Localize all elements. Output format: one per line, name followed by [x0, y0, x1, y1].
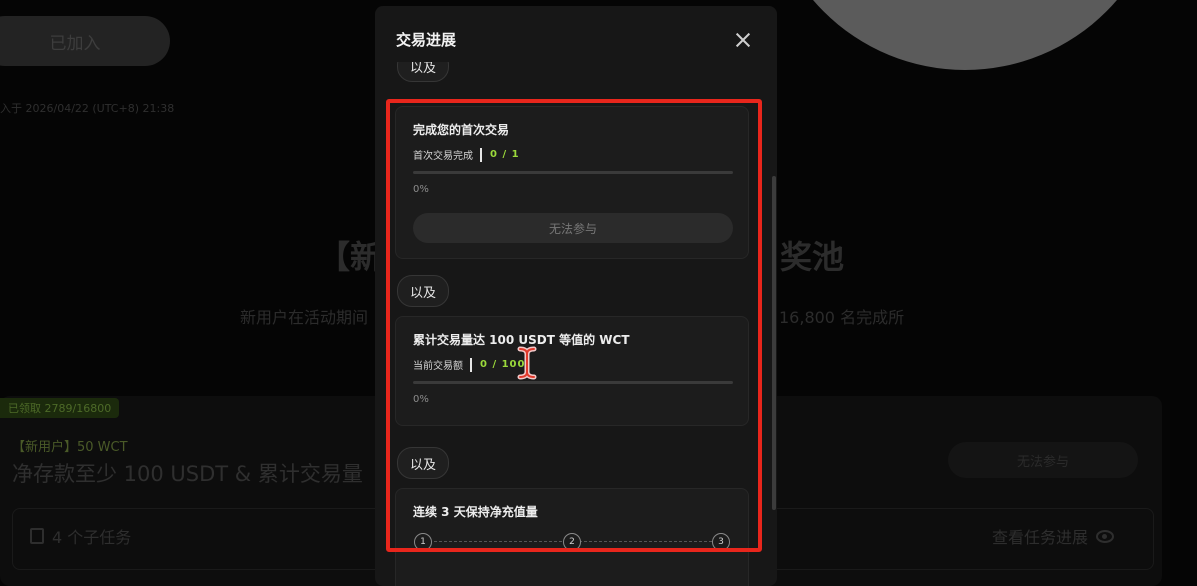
metric-label: 首次交易完成: [413, 151, 473, 162]
banner-subtitle-right: 16,800 名完成所: [779, 308, 905, 327]
hero-circle-graphic: [765, 0, 1165, 70]
subtask-count: 4 个子任务: [30, 524, 131, 548]
step-dot: 3: [712, 533, 730, 551]
clipboard-icon: [30, 528, 44, 544]
banner-title-left: 【新: [318, 238, 383, 276]
step-dot: 2: [563, 533, 581, 551]
progress-percent: 0%: [413, 184, 429, 195]
view-progress-label: 查看任务进展: [992, 528, 1089, 547]
modal-scrollbar[interactable]: [772, 176, 776, 510]
modal-header: 交易进展: [375, 6, 777, 70]
connector-pill: 以及: [397, 275, 450, 307]
subtask-metric: 当前交易额 0 / 100: [413, 357, 525, 372]
subtask-card-net-deposit: 连续 3 天保持净充值量 1 2 3: [395, 488, 749, 586]
claimed-badge: 已领取 2789/16800: [0, 398, 120, 418]
metric-separator: [480, 147, 482, 162]
eye-icon: [1096, 529, 1115, 543]
task-tag: 【新用户】50 WCT: [12, 440, 128, 455]
trade-progress-modal: 交易进展 以及 完成您的首次交易 首次交易完成 0 / 1 0% 无法参与 以及…: [375, 6, 777, 586]
banner-title-right: 奖池: [780, 238, 845, 276]
metric-label: 当前交易额: [413, 361, 463, 372]
subtask-title: 累计交易量达 100 USDT 等值的 WCT: [413, 333, 630, 347]
modal-title: 交易进展: [396, 31, 457, 49]
task-title: 净存款至少 100 USDT & 累计交易量: [12, 462, 363, 486]
task-join-button[interactable]: 无法参与: [948, 442, 1138, 478]
connector-pill-top: 以及: [397, 62, 450, 82]
joined-time: 入于 2026/04/22 (UTC+8) 21:38: [0, 102, 175, 115]
banner-subtitle-left: 新用户在活动期间: [240, 308, 369, 327]
subtask-title: 完成您的首次交易: [413, 123, 510, 137]
subtask-card-first-trade: 完成您的首次交易 首次交易完成 0 / 1 0% 无法参与: [395, 106, 749, 259]
joined-button[interactable]: 已加入: [0, 16, 170, 66]
subtask-card-volume: 累计交易量达 100 USDT 等值的 WCT 当前交易额 0 / 100 0%: [395, 316, 749, 426]
cannot-join-button[interactable]: 无法参与: [413, 213, 733, 243]
connector-pill: 以及: [397, 447, 450, 479]
progress-bar: [413, 381, 733, 384]
close-icon[interactable]: [733, 30, 753, 50]
metric-value: 0 / 100: [480, 359, 526, 370]
metric-separator: [470, 357, 472, 372]
subtask-count-label: 4 个子任务: [52, 528, 132, 547]
progress-percent: 0%: [413, 394, 429, 405]
subtask-metric: 首次交易完成 0 / 1: [413, 147, 520, 162]
metric-value: 0 / 1: [490, 149, 520, 160]
step-dot: 1: [414, 533, 432, 551]
modal-scroll-area[interactable]: 以及 完成您的首次交易 首次交易完成 0 / 1 0% 无法参与 以及 累计交易…: [375, 62, 777, 586]
subtask-title: 连续 3 天保持净充值量: [413, 505, 538, 519]
view-progress-link[interactable]: 查看任务进展: [992, 524, 1115, 548]
progress-bar: [413, 171, 733, 174]
